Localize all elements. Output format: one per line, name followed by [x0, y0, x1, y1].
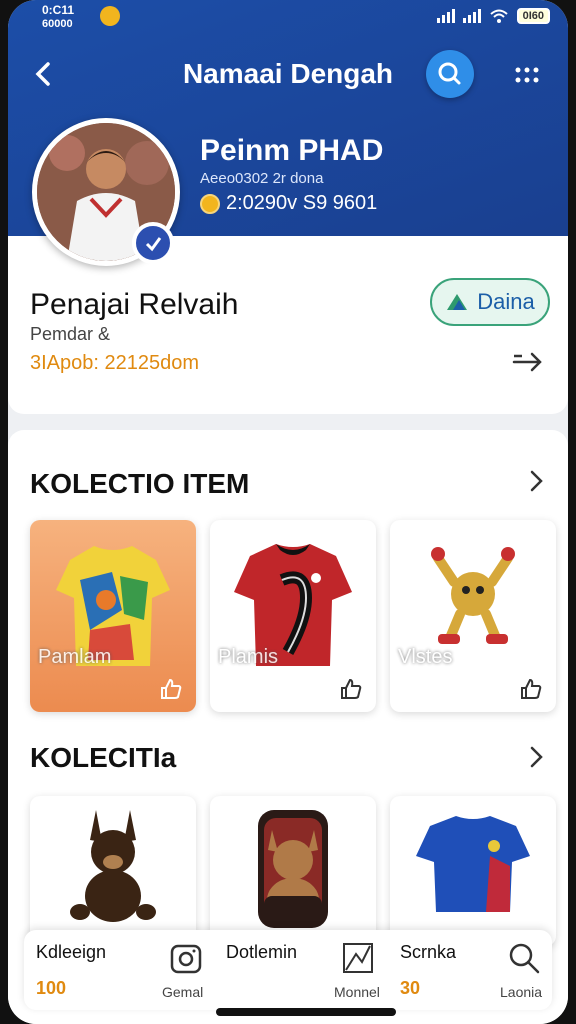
wifi-icon: [489, 9, 508, 23]
like-icon[interactable]: [158, 676, 184, 702]
plush-bag-icon: [258, 810, 328, 928]
status-bar: 0:C11 60000 0I60: [8, 0, 568, 32]
search-button[interactable]: [426, 50, 474, 98]
chart-icon[interactable]: [340, 940, 376, 976]
status-time: 0:C11 60000: [42, 4, 74, 30]
chevron-right-icon[interactable]: [524, 466, 548, 496]
tab-label-2[interactable]: Monnel: [334, 984, 380, 1000]
more-menu-icon[interactable]: [512, 60, 542, 90]
search-icon[interactable]: [506, 940, 542, 976]
like-icon[interactable]: [518, 676, 544, 702]
team-logo-icon: [447, 294, 468, 310]
collection-item-2[interactable]: Plamis: [210, 520, 376, 712]
hero-name: Peinm PHAD: [200, 134, 384, 167]
date-text: 60000: [42, 18, 73, 30]
profile-name: Penajai Relvaih: [30, 288, 239, 321]
tab-label-3[interactable]: Laonia: [500, 984, 542, 1000]
home-indicator[interactable]: [216, 1008, 396, 1016]
chevron-right-icon[interactable]: [524, 742, 548, 772]
stat-label-3: Scrnka: [400, 942, 457, 962]
collection-item-6[interactable]: [390, 796, 556, 946]
section-title-items: KOLECTIO ITEM: [30, 468, 250, 499]
camera-icon[interactable]: [168, 940, 204, 976]
hero-coins: 2:0290v S9 9601: [200, 192, 377, 215]
collection-item-4[interactable]: [30, 796, 196, 946]
collection-item-5[interactable]: [210, 796, 376, 946]
tab-label-1[interactable]: Gemal: [162, 984, 203, 1000]
verified-badge: [132, 222, 174, 264]
notification-icon: [100, 6, 120, 26]
plush-dog-icon: [70, 810, 156, 922]
section-title-collection: KOLECITIa: [30, 742, 177, 773]
coin-value: 2:0290v S9 9601: [226, 192, 378, 214]
item-label: Vlstes: [398, 646, 453, 668]
bottom-nav: Kdleeign 100 Gemal Dotlemin Monnel Scrnk…: [24, 930, 552, 1010]
collection-item-3[interactable]: Vlstes: [390, 520, 556, 712]
stat-label-2: Dotlemin: [226, 942, 298, 962]
page-title: Namaai Dengah: [182, 58, 394, 89]
stat-value-3: 30: [400, 978, 421, 998]
collection-item-1[interactable]: Pamlam: [30, 520, 196, 712]
profile-count: 3IApob: 22125dom: [30, 352, 200, 374]
clock-text: 0:C11: [42, 3, 75, 17]
hero-subtitle: Aeeo0302 2r dona: [200, 170, 324, 187]
item-label: Pamlam: [38, 646, 112, 668]
battery-icon: 0I60: [516, 8, 550, 24]
coin-icon: [200, 193, 220, 214]
top-bar: Namaai Dengah: [8, 50, 568, 100]
follow-button[interactable]: Daina: [430, 278, 550, 326]
follow-label: Daina: [477, 289, 535, 314]
verified-check-icon: [145, 237, 162, 252]
phone-screen: 0:C11 60000 0I60 Namaai Dengah Peinm PHA: [8, 0, 568, 1024]
like-icon[interactable]: [338, 676, 364, 702]
signal-icon: [436, 9, 455, 23]
stat-value-1: 100: [36, 978, 67, 998]
blue-jersey-icon: [416, 816, 530, 912]
stat-label-1: Kdleeign: [36, 942, 107, 962]
share-arrow-icon[interactable]: [508, 344, 548, 380]
item-label: Plamis: [218, 646, 279, 668]
profile-role: Pemdar &: [30, 324, 111, 344]
search-icon: [438, 62, 461, 85]
signal2-icon: [462, 9, 481, 23]
